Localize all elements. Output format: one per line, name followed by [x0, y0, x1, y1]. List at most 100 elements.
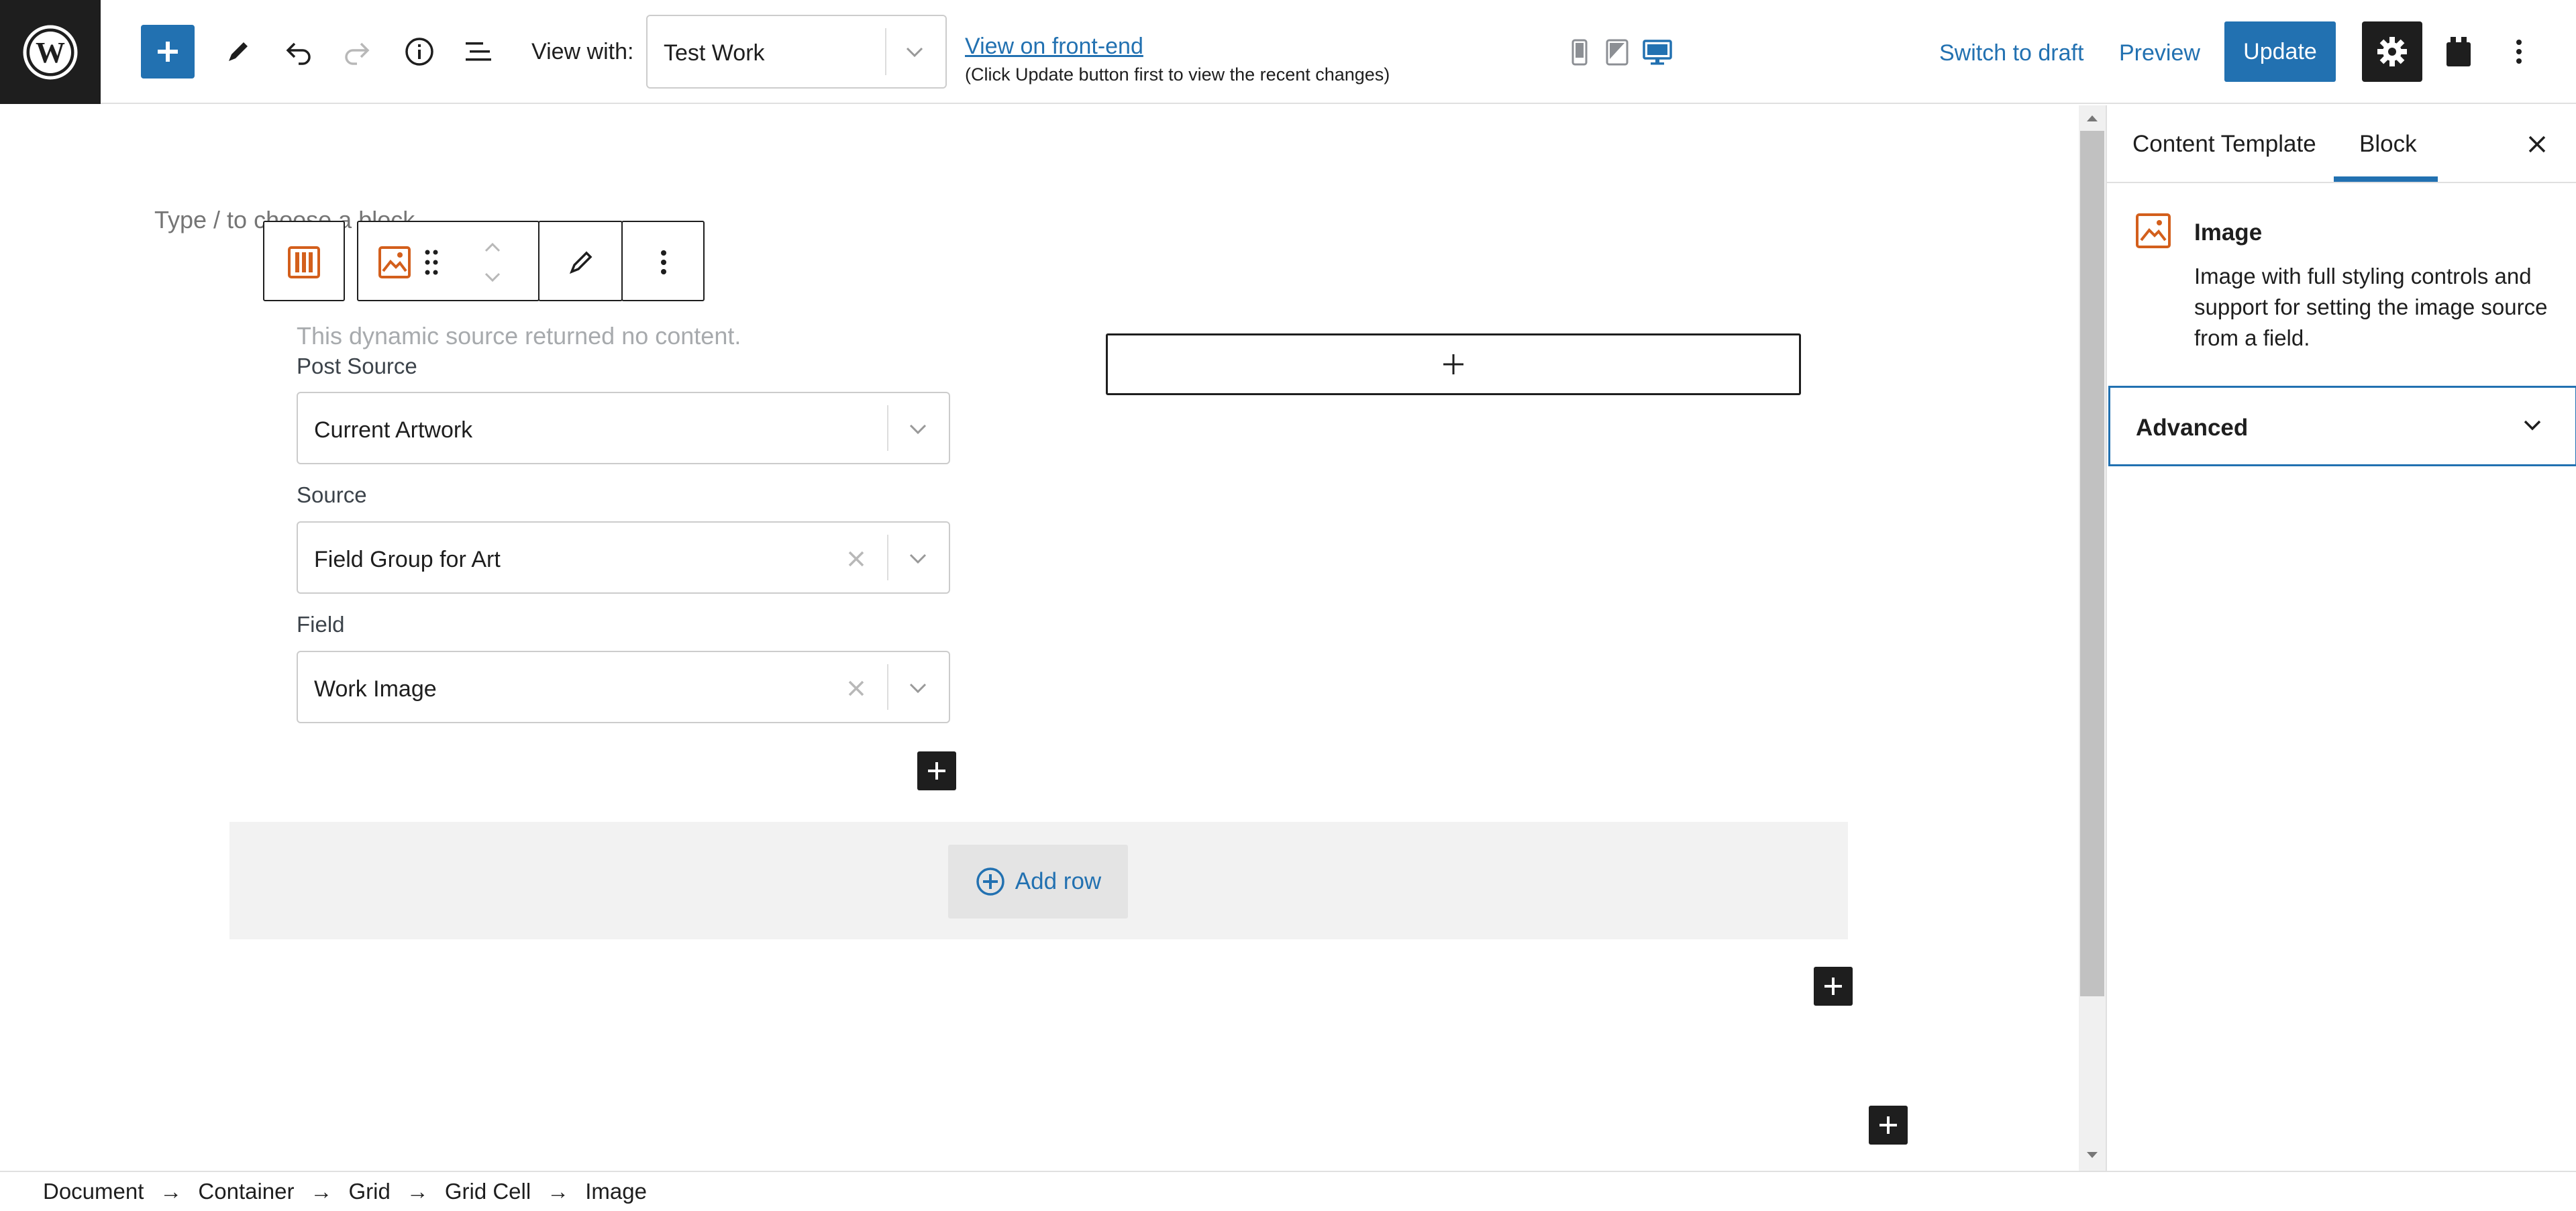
post-source-select[interactable]: Current Artwork — [297, 392, 950, 464]
scrollbar-thumb[interactable] — [2080, 131, 2104, 996]
info-icon — [405, 38, 433, 66]
tools-button[interactable] — [211, 25, 265, 78]
close-sidebar-button[interactable] — [2517, 124, 2557, 164]
plus-icon — [928, 762, 945, 780]
view-with-select[interactable]: Test Work — [646, 15, 947, 89]
breadcrumb-grid-cell[interactable]: Grid Cell — [445, 1179, 531, 1204]
no-content-message: This dynamic source returned no content. — [297, 322, 741, 350]
breadcrumb-separator: → — [160, 1179, 183, 1204]
block-controls-group — [357, 221, 539, 301]
drag-handle[interactable] — [415, 235, 448, 289]
block-type-button[interactable] — [368, 235, 421, 289]
chevron-down-icon — [2524, 420, 2541, 431]
post-source-value: Current Artwork — [314, 417, 473, 443]
source-select[interactable]: Field Group for Art — [297, 521, 950, 594]
sidebar-tabs: Content Template Block — [2107, 105, 2576, 183]
redo-button[interactable] — [330, 25, 384, 78]
desktop-icon — [1643, 40, 1672, 65]
edit-group — [538, 221, 623, 301]
tab-block[interactable]: Block — [2359, 131, 2417, 158]
edit-button[interactable] — [554, 235, 608, 289]
plugin-button[interactable] — [2432, 25, 2485, 78]
close-icon — [2528, 136, 2546, 153]
block-inserter-button[interactable] — [141, 25, 195, 78]
plus-icon — [1443, 354, 1463, 374]
field-select[interactable]: Work Image — [297, 651, 950, 723]
more-vertical-icon — [661, 250, 666, 274]
advanced-label: Advanced — [2136, 415, 2249, 441]
chevron-down-icon — [905, 545, 931, 572]
pencil-icon — [229, 42, 248, 61]
columns-icon — [288, 246, 320, 278]
select-separator — [887, 405, 888, 451]
field-label: Field — [297, 612, 345, 637]
grid-cell-appender[interactable] — [1106, 333, 1801, 395]
add-row-button[interactable]: Add row — [948, 845, 1128, 918]
select-separator — [887, 535, 888, 580]
undo-icon — [286, 42, 311, 65]
select-separator — [885, 28, 886, 75]
scroll-up-arrow-icon[interactable] — [2084, 110, 2100, 126]
add-block-button[interactable] — [1814, 967, 1853, 1006]
pencil-icon — [569, 251, 593, 274]
editor-top-bar: W View with: Test Work View on front-end… — [0, 0, 2576, 104]
source-label: Source — [297, 482, 367, 507]
more-vertical-icon — [2516, 40, 2522, 64]
chevron-up-down-icon — [484, 242, 501, 282]
update-button[interactable]: Update — [2224, 21, 2336, 82]
details-button[interactable] — [393, 25, 446, 78]
preview-tablet-button[interactable] — [1602, 38, 1632, 67]
preview-desktop-button[interactable] — [1643, 38, 1672, 67]
breadcrumb-document[interactable]: Document — [43, 1179, 144, 1204]
breadcrumb-image[interactable]: Image — [585, 1179, 647, 1204]
add-block-button[interactable] — [1869, 1106, 1908, 1145]
image-icon — [378, 246, 411, 278]
source-value: Field Group for Art — [314, 547, 501, 572]
tab-content-template[interactable]: Content Template — [2132, 131, 2316, 158]
settings-sidebar: Content Template Block Image Image with … — [2106, 105, 2576, 1171]
view-with-value: Test Work — [664, 40, 765, 66]
block-breadcrumb-bar: Document → Container → Grid → Grid Cell … — [0, 1171, 2576, 1211]
switch-to-draft-button[interactable]: Switch to draft — [1939, 40, 2083, 66]
tablet-icon — [1606, 39, 1629, 66]
wordpress-logo-button[interactable]: W — [0, 0, 101, 104]
mobile-icon — [1572, 39, 1588, 66]
breadcrumb: Document → Container → Grid → Grid Cell … — [43, 1179, 647, 1204]
chevron-down-icon — [901, 39, 928, 66]
block-options-button[interactable] — [637, 235, 690, 289]
redo-icon — [345, 42, 370, 65]
parent-block-group — [263, 221, 345, 301]
advanced-panel-toggle[interactable]: Advanced — [2108, 386, 2576, 466]
scroll-down-arrow-icon[interactable] — [2084, 1147, 2100, 1163]
list-view-button[interactable] — [452, 25, 505, 78]
move-up-down-buttons[interactable] — [472, 235, 513, 289]
breadcrumb-separator: → — [406, 1179, 429, 1204]
view-on-front-end-link[interactable]: View on front-end — [965, 34, 1143, 60]
select-parent-button[interactable] — [277, 235, 331, 289]
editor-canvas: Type / to choose a block This dynamic so… — [0, 105, 2079, 1171]
select-separator — [887, 664, 888, 710]
wordpress-icon: W — [23, 25, 78, 79]
post-source-label: Post Source — [297, 354, 417, 378]
breadcrumb-separator: → — [310, 1179, 333, 1204]
add-block-button[interactable] — [917, 751, 956, 790]
breadcrumb-grid[interactable]: Grid — [349, 1179, 391, 1204]
image-icon — [2135, 213, 2171, 252]
active-tab-indicator — [2334, 176, 2438, 182]
clear-icon[interactable] — [843, 545, 870, 572]
clear-icon[interactable] — [843, 675, 870, 702]
breadcrumb-container[interactable]: Container — [198, 1179, 294, 1204]
preview-mobile-button[interactable] — [1565, 38, 1594, 67]
view-with-label: View with: — [531, 39, 634, 64]
settings-button[interactable] — [2362, 21, 2422, 82]
plus-icon — [1824, 978, 1842, 995]
plugin-icon — [2446, 37, 2471, 66]
options-menu-button[interactable] — [2492, 25, 2546, 78]
list-view-icon — [466, 42, 491, 61]
front-end-note: (Click Update button first to view the r… — [965, 64, 1390, 85]
breadcrumb-separator: → — [547, 1179, 570, 1204]
gear-icon — [2377, 37, 2407, 66]
undo-button[interactable] — [272, 25, 325, 78]
preview-button[interactable]: Preview — [2119, 40, 2200, 66]
chevron-down-icon — [905, 416, 931, 443]
